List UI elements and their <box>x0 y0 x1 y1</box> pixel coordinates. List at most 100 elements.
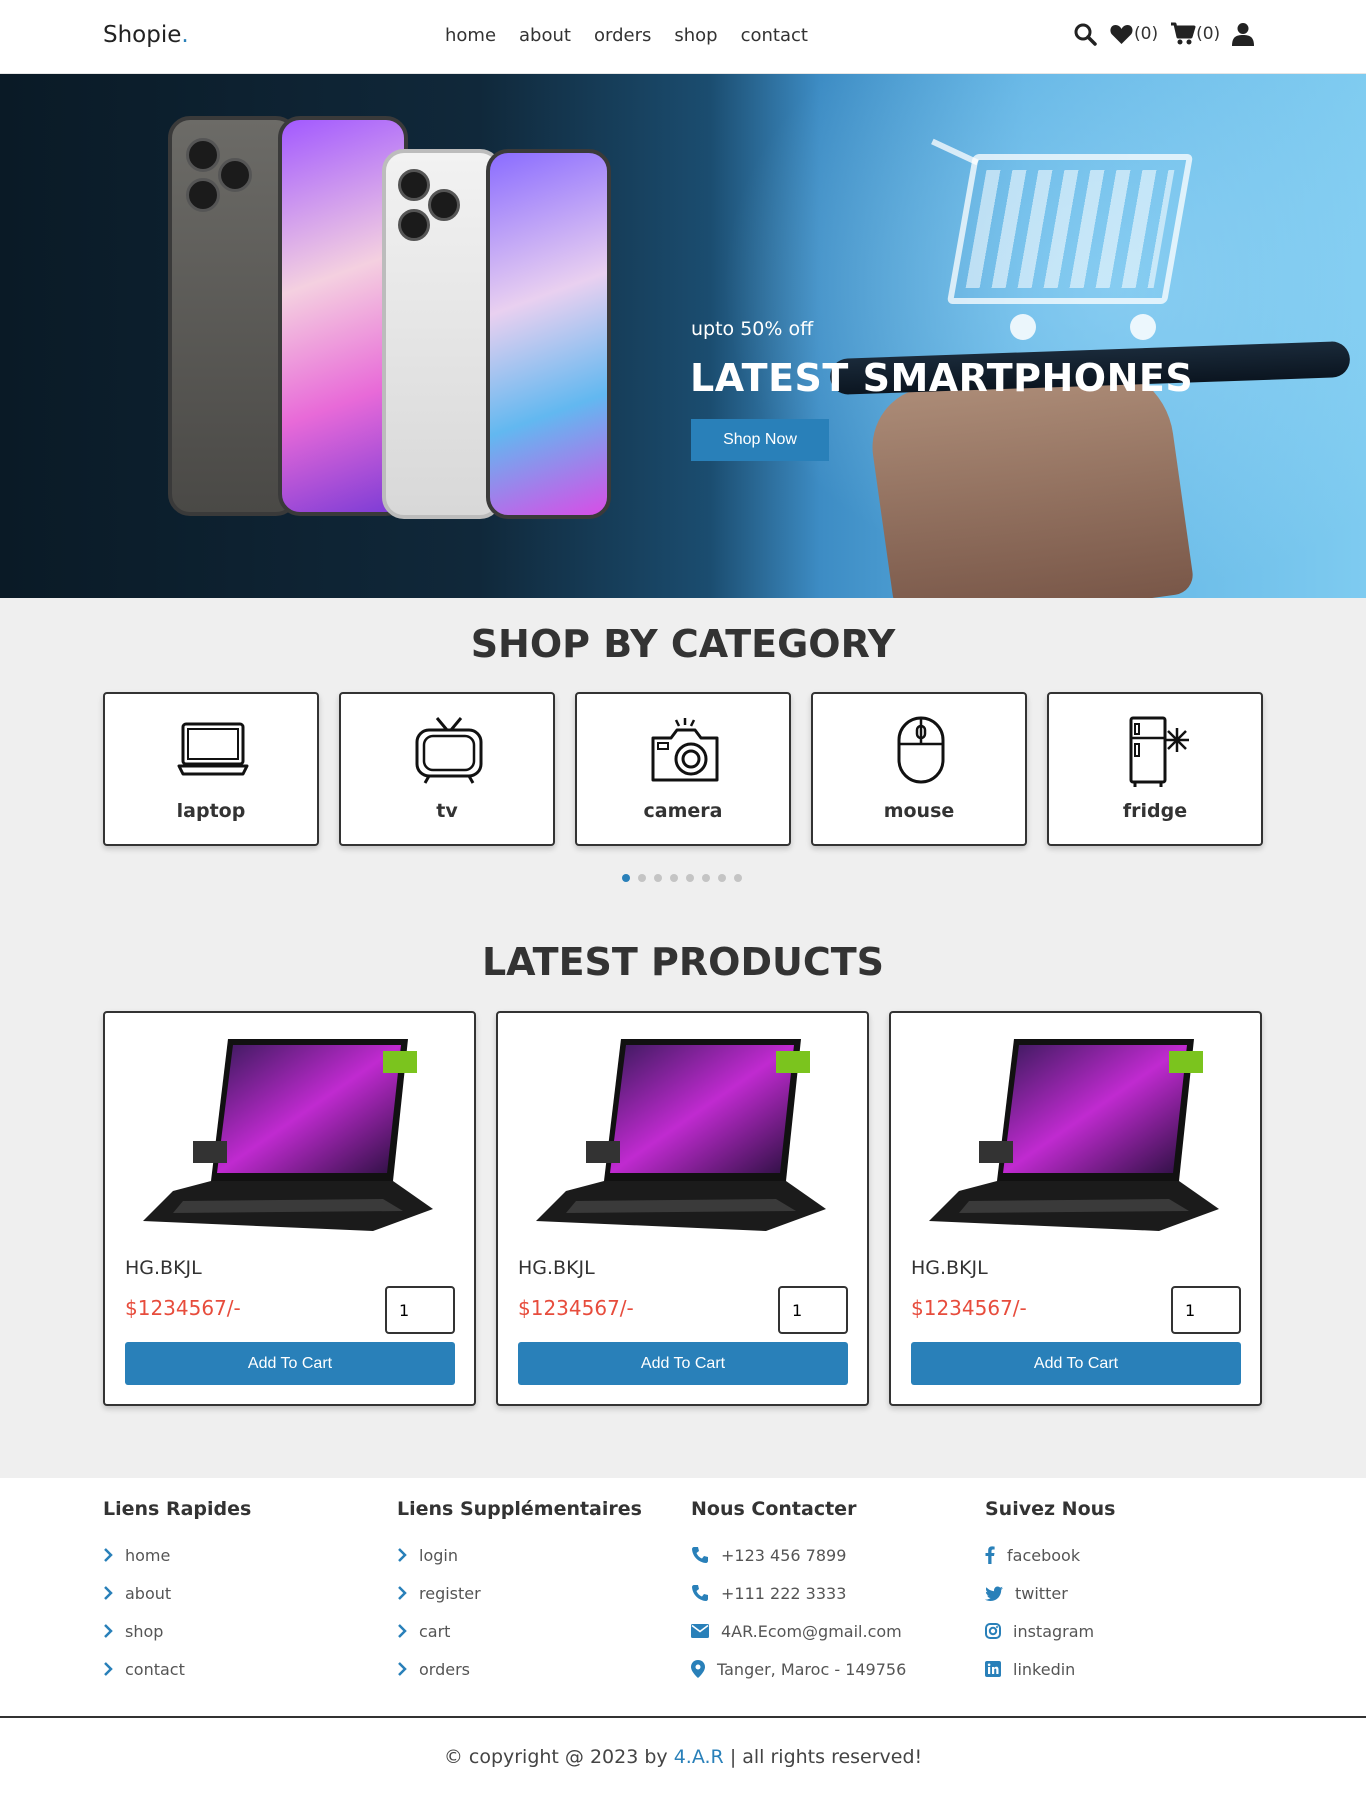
quantity-input[interactable] <box>778 1286 848 1334</box>
wishlist-button[interactable]: (0) <box>1109 23 1158 45</box>
product-name: HG.BKJL <box>125 1257 202 1279</box>
contact-phone-2[interactable]: +111 222 3333 <box>691 1574 906 1612</box>
search-icon <box>1074 23 1097 46</box>
contact-phone-1[interactable]: +123 456 7899 <box>691 1536 906 1574</box>
footer-heading: Liens Supplémentaires <box>397 1498 642 1520</box>
product-image[interactable] <box>133 1031 443 1241</box>
footer-link-shop[interactable]: shop <box>103 1612 251 1650</box>
social-instagram[interactable]: instagram <box>985 1612 1115 1650</box>
phone-camera <box>428 189 460 221</box>
product-card: HG.BKJL $1234567/- Add To Cart <box>496 1011 869 1406</box>
page-dot[interactable] <box>622 874 630 882</box>
page-dot[interactable] <box>734 874 742 882</box>
footer-link-register[interactable]: register <box>397 1574 642 1612</box>
contact-value: 4AR.Ecom@gmail.com <box>721 1621 902 1641</box>
products-section-title: LATEST PRODUCTS <box>481 940 885 984</box>
camera-icon <box>651 718 719 782</box>
social-facebook[interactable]: facebook <box>985 1536 1115 1574</box>
contact-email[interactable]: 4AR.Ecom@gmail.com <box>691 1612 906 1650</box>
category-card-mouse[interactable]: mouse <box>811 692 1027 846</box>
footer-link-home[interactable]: home <box>103 1536 251 1574</box>
quantity-input[interactable] <box>1171 1286 1241 1334</box>
product-price: $1234567/- <box>125 1296 241 1320</box>
phone-camera <box>186 178 220 212</box>
category-label: fridge <box>1122 800 1188 822</box>
contact-address[interactable]: Tanger, Maroc - 149756 <box>691 1650 906 1688</box>
product-image[interactable] <box>919 1031 1229 1241</box>
product-image[interactable] <box>526 1031 836 1241</box>
product-card: HG.BKJL $1234567/- Add To Cart <box>103 1011 476 1406</box>
nav-contact[interactable]: contact <box>741 25 808 46</box>
phone-icon <box>692 1547 708 1563</box>
search-button[interactable] <box>1073 22 1097 46</box>
chevron-right-icon <box>398 1548 407 1562</box>
shop-now-button[interactable]: Shop Now <box>691 419 829 461</box>
social-label: twitter <box>1015 1583 1068 1603</box>
chevron-right-icon <box>104 1586 113 1600</box>
page-dot[interactable] <box>718 874 726 882</box>
footer-link-contact[interactable]: contact <box>103 1650 251 1688</box>
contact-value: +123 456 7899 <box>721 1545 847 1565</box>
copyright: © copyright @ 2023 by 4.A.R | all rights… <box>0 1746 1366 1768</box>
footer-extra-links: Liens Supplémentaires login register car… <box>397 1498 642 1688</box>
page-dot[interactable] <box>654 874 662 882</box>
category-card-laptop[interactable]: laptop <box>103 692 319 846</box>
linkedin-icon <box>985 1661 1001 1677</box>
quantity-input[interactable] <box>385 1286 455 1334</box>
footer-link-login[interactable]: login <box>397 1536 642 1574</box>
header: Shopie. home about orders shop contact (… <box>0 0 1366 74</box>
contact-value: +111 222 3333 <box>721 1583 847 1603</box>
hero-slider: upto 50% off LATEST SMARTPHONES Shop Now <box>0 74 1366 598</box>
nav-orders[interactable]: orders <box>594 25 651 46</box>
nav-about[interactable]: about <box>519 25 571 46</box>
nav-home[interactable]: home <box>445 25 496 46</box>
category-label: mouse <box>883 800 955 822</box>
tv-icon <box>415 717 483 784</box>
category-card-camera[interactable]: camera <box>575 692 791 846</box>
account-button[interactable] <box>1232 22 1255 46</box>
social-label: instagram <box>1013 1621 1095 1641</box>
footer-contact: Nous Contacter +123 456 7899 +111 222 33… <box>691 1498 906 1688</box>
copyright-prefix: © copyright @ 2023 by <box>443 1746 668 1768</box>
footer-heading: Liens Rapides <box>103 1498 252 1520</box>
footer-link-label: contact <box>125 1659 185 1679</box>
page-dot[interactable] <box>702 874 710 882</box>
category-carousel: laptop tv camera mouse fridge <box>103 692 1263 846</box>
hero-phone-screen <box>486 149 611 519</box>
add-to-cart-button[interactable]: Add To Cart <box>518 1342 848 1385</box>
footer-link-orders[interactable]: orders <box>397 1650 642 1688</box>
footer-link-cart[interactable]: cart <box>397 1612 642 1650</box>
page-dot[interactable] <box>670 874 678 882</box>
page-dot[interactable] <box>686 874 694 882</box>
cart-button[interactable]: (0) <box>1170 22 1220 46</box>
footer-link-label: login <box>419 1545 458 1565</box>
hero-cart-graphic <box>946 154 1194 304</box>
chevron-right-icon <box>104 1662 113 1676</box>
footer-link-about[interactable]: about <box>103 1574 251 1612</box>
add-to-cart-button[interactable]: Add To Cart <box>911 1342 1241 1385</box>
hero-subtitle: upto 50% off <box>691 318 814 340</box>
social-twitter[interactable]: twitter <box>985 1574 1115 1612</box>
chevron-right-icon <box>104 1548 113 1562</box>
chevron-right-icon <box>398 1662 407 1676</box>
category-label: camera <box>643 800 723 822</box>
chevron-right-icon <box>398 1624 407 1638</box>
category-section-title: SHOP BY CATEGORY <box>470 622 896 666</box>
twitter-icon <box>985 1586 1003 1601</box>
laptop-icon <box>177 722 249 776</box>
copyright-brand-link[interactable]: 4.A.R <box>674 1746 724 1768</box>
category-card-fridge[interactable]: fridge <box>1047 692 1263 846</box>
category-card-tv[interactable]: tv <box>339 692 555 846</box>
header-icons: (0) (0) <box>1073 22 1255 46</box>
social-linkedin[interactable]: linkedin <box>985 1650 1115 1688</box>
logo[interactable]: Shopie. <box>103 22 189 48</box>
add-to-cart-button[interactable]: Add To Cart <box>125 1342 455 1385</box>
hero-cart-wheel <box>1130 314 1156 340</box>
user-icon <box>1232 23 1255 46</box>
page-dot[interactable] <box>638 874 646 882</box>
phone-camera <box>398 169 430 201</box>
footer-heading: Nous Contacter <box>691 1498 857 1520</box>
nav-shop[interactable]: shop <box>674 25 717 46</box>
footer-link-label: shop <box>125 1621 164 1641</box>
product-price: $1234567/- <box>911 1296 1027 1320</box>
